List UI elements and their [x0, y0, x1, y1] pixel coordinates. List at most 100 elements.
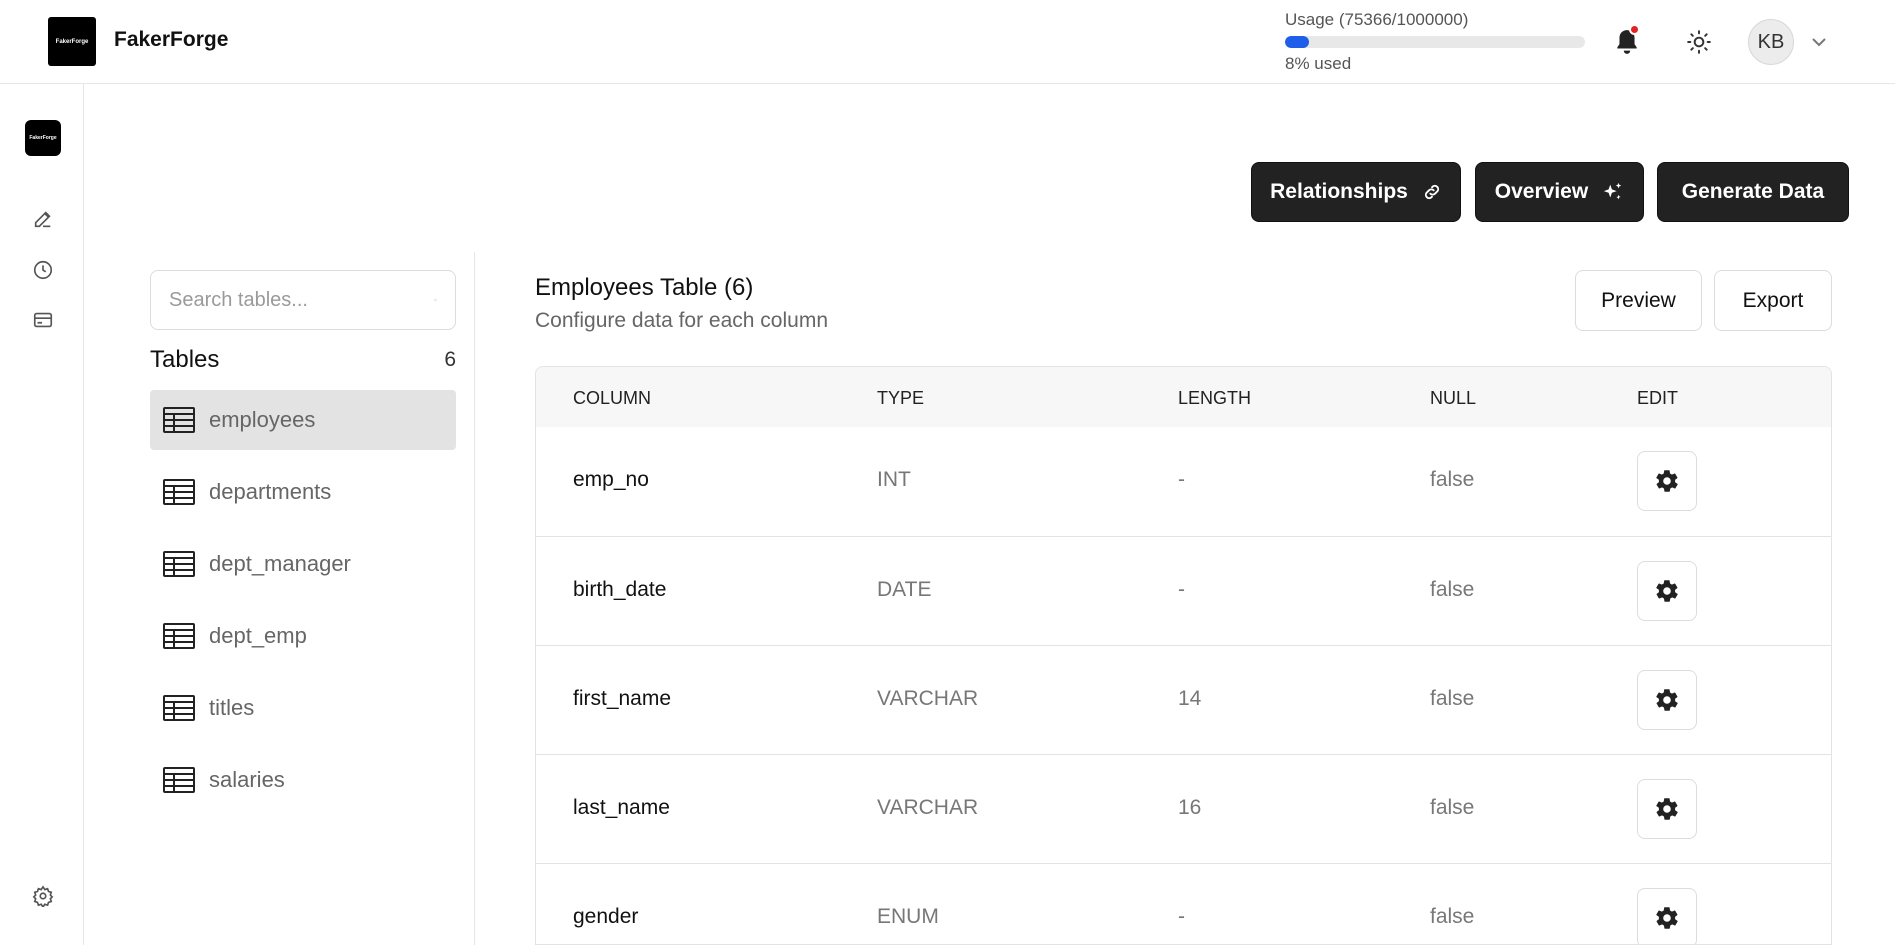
table-list-item-label: dept_manager — [209, 551, 351, 576]
search-icon — [434, 298, 437, 302]
table-icon — [163, 551, 195, 577]
notifications-button[interactable] — [1612, 24, 1642, 58]
rail-item-edit[interactable] — [30, 206, 56, 232]
rail-item-history[interactable] — [30, 257, 56, 283]
cell-null: false — [1430, 796, 1475, 819]
tables-title: Tables — [150, 346, 220, 373]
header-type: TYPE — [877, 388, 925, 408]
rail-item-settings[interactable] — [30, 883, 56, 909]
edit-column-button[interactable] — [1637, 670, 1697, 730]
cell-type: INT — [877, 468, 911, 491]
table-list-item-titles[interactable]: titles — [150, 678, 456, 738]
page-title: Employees Table (6) — [535, 274, 754, 301]
sun-icon — [1687, 30, 1711, 54]
table-row: first_name VARCHAR 14 false — [536, 645, 1831, 754]
table-list-item-label: dept_emp — [209, 623, 307, 648]
usage-progress-fill — [1285, 36, 1309, 48]
cell-type: VARCHAR — [877, 796, 979, 819]
header-null: NULL — [1430, 388, 1477, 408]
columns-table: COLUMN TYPE LENGTH NULL EDIT emp_no INT - f… — [535, 366, 1832, 945]
edit-column-button[interactable] — [1637, 888, 1697, 944]
top-bar: FakerForge FakerForge Usage (75366/10000… — [0, 0, 1895, 84]
page-subtitle: Configure data for each column — [535, 309, 829, 332]
settings-icon — [32, 885, 54, 907]
cell-null: false — [1430, 468, 1475, 491]
rail-logo[interactable]: FakerForge — [25, 120, 61, 156]
cell-type: DATE — [877, 578, 932, 601]
cell-length: - — [1178, 905, 1185, 928]
cell-length: - — [1178, 468, 1185, 491]
table-list-item-salaries[interactable]: salaries — [150, 750, 456, 810]
relationships-button[interactable]: Relationships — [1251, 162, 1461, 222]
table-icon — [163, 695, 195, 721]
table-list-item-label: employees — [209, 407, 316, 432]
header-edit: EDIT — [1637, 388, 1679, 408]
cell-type: VARCHAR — [877, 687, 979, 710]
tables-count: 6 — [444, 348, 456, 371]
table-list-item-label: departments — [209, 479, 332, 504]
generate-data-button[interactable]: Generate Data — [1657, 162, 1849, 222]
cell-length: 16 — [1178, 796, 1202, 819]
usage-meter: Usage (75366/1000000) 8% used — [1285, 10, 1585, 74]
header-length: LENGTH — [1178, 388, 1252, 408]
cell-column: birth_date — [573, 578, 667, 601]
table-list-item-dept-emp[interactable]: dept_emp — [150, 606, 456, 666]
header-column: COLUMN — [573, 388, 652, 408]
table-list-item-dept-manager[interactable]: dept_manager — [150, 534, 456, 594]
overview-label: Overview — [1494, 180, 1589, 203]
table-icon — [163, 623, 195, 649]
table-icon — [163, 767, 195, 793]
table-list: employees departments dept_manager dept_emp… — [150, 390, 456, 822]
table-list-item-departments[interactable]: departments — [150, 462, 456, 522]
tables-header: Tables 6 — [150, 346, 456, 374]
table-list-item-employees[interactable]: employees — [150, 390, 456, 450]
rail-logo-text: FakerForge — [29, 135, 57, 141]
rail-item-billing[interactable] — [30, 307, 56, 333]
panel-divider — [474, 252, 475, 945]
cell-column: first_name — [573, 687, 672, 710]
cell-column: emp_no — [573, 468, 649, 491]
gear-icon — [1656, 580, 1678, 602]
table-list-item-label: salaries — [209, 767, 285, 792]
cell-length: 14 — [1178, 687, 1202, 710]
chevron-down-icon — [1812, 38, 1826, 47]
cell-column: gender — [573, 905, 639, 928]
gear-icon — [1656, 689, 1678, 711]
preview-button[interactable]: Preview — [1575, 270, 1702, 331]
usage-percent: 8% used — [1285, 54, 1352, 73]
usage-label: Usage (75366/1000000) — [1285, 10, 1469, 29]
table-body: emp_no INT - false birth_date DATE - false first… — [536, 427, 1831, 944]
table-row: birth_date DATE - false — [536, 536, 1831, 645]
table-row: last_name VARCHAR 16 false — [536, 754, 1831, 863]
app-logo-text: FakerForge — [55, 38, 89, 45]
usage-progress-track — [1285, 36, 1585, 48]
generate-data-label: Generate Data — [1681, 180, 1825, 203]
cell-null: false — [1430, 905, 1475, 928]
avatar[interactable]: KB — [1748, 19, 1794, 65]
account-menu-toggle[interactable] — [1808, 32, 1830, 52]
edit-column-button[interactable] — [1637, 561, 1697, 621]
edit-column-button[interactable] — [1637, 779, 1697, 839]
cell-length: - — [1178, 578, 1185, 601]
cell-null: false — [1430, 578, 1475, 601]
link-icon — [1424, 184, 1439, 200]
gear-icon — [1656, 798, 1678, 820]
table-icon — [163, 407, 195, 433]
cell-type: ENUM — [877, 905, 939, 928]
sparkles-icon — [1604, 182, 1622, 200]
relationships-label: Relationships — [1270, 180, 1408, 203]
gear-icon — [1656, 470, 1678, 492]
app-logo[interactable]: FakerForge — [48, 17, 96, 66]
theme-toggle-button[interactable] — [1685, 28, 1713, 56]
table-header-row: COLUMN TYPE LENGTH NULL EDIT — [536, 367, 1831, 427]
cell-column: last_name — [573, 796, 670, 819]
table-row: emp_no INT - false — [536, 427, 1831, 536]
edit-column-button[interactable] — [1637, 451, 1697, 511]
table-list-item-label: titles — [209, 695, 255, 720]
table-icon — [163, 479, 195, 505]
cell-null: false — [1430, 687, 1475, 710]
card-icon — [33, 312, 53, 328]
export-button[interactable]: Export — [1714, 270, 1832, 331]
search-input[interactable] — [169, 288, 434, 312]
overview-button[interactable]: Overview — [1475, 162, 1644, 222]
